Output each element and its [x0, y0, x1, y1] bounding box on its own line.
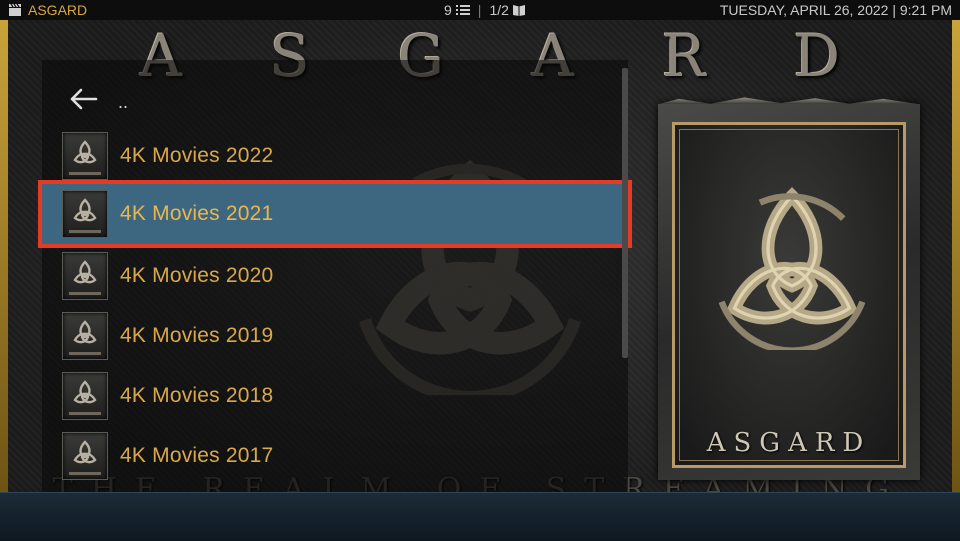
- folder-thumbnail: [62, 132, 108, 180]
- list-item-label: 4K Movies 2019: [120, 324, 274, 347]
- thumbnail-caption-strip: [69, 352, 101, 355]
- app-title: ASGARD: [28, 2, 88, 18]
- triquetra-icon: [73, 320, 97, 344]
- folder-thumbnail: [62, 372, 108, 420]
- triquetra-icon: [73, 440, 97, 464]
- back-arrow-icon: [70, 88, 98, 110]
- back-item[interactable]: ..: [42, 70, 628, 128]
- triquetra-icon: [73, 140, 97, 164]
- bottom-bar: [0, 492, 960, 541]
- list-item-label: 4K Movies 2020: [120, 264, 274, 287]
- thumbnail-caption-strip: [69, 172, 101, 175]
- triquetra-icon: [73, 380, 97, 404]
- folder-thumbnail: [62, 190, 108, 238]
- date-time: TUESDAY, APRIL 26, 2022 | 9:21 PM: [719, 2, 952, 18]
- folder-thumbnail: [62, 312, 108, 360]
- thumbnail-caption-strip: [69, 230, 101, 233]
- list-item-label: 4K Movies 2021: [120, 202, 274, 225]
- list-icon: [455, 5, 470, 15]
- triquetra-icon: [73, 260, 97, 284]
- thumbnail-caption-strip: [69, 292, 101, 295]
- triquetra-emblem-poster: [718, 187, 866, 350]
- folder-thumbnail: [62, 432, 108, 480]
- thumbnail-caption-strip: [69, 472, 101, 475]
- thumbnail-caption-strip: [69, 412, 101, 415]
- file-list: .. 4K Movies 2022 4K Movies 2021 4K Movi…: [42, 60, 628, 492]
- left-border-strip: [0, 20, 8, 492]
- page-indicator: 1/2: [489, 2, 509, 18]
- list-item[interactable]: 4K Movies 2019: [42, 306, 628, 366]
- right-border-strip: [952, 20, 960, 492]
- poster-title: ASGARD: [706, 428, 872, 458]
- folder-thumbnail: [62, 252, 108, 300]
- list-item-label: 4K Movies 2022: [120, 144, 274, 167]
- title-letter: D: [793, 22, 840, 90]
- list-item[interactable]: 4K Movies 2017: [42, 426, 628, 486]
- item-count: 9: [444, 2, 452, 18]
- top-status-bar: ASGARD 9 | 1/2 TUESDAY, APRIL 26, 2022 |…: [0, 0, 960, 20]
- list-item[interactable]: 4K Movies 2020: [42, 246, 628, 306]
- list-item-label: 4K Movies 2017: [120, 444, 274, 467]
- list-item[interactable]: 4K Movies 2018: [42, 366, 628, 426]
- list-item[interactable]: 4K Movies 2022: [42, 126, 628, 186]
- list-item-selected[interactable]: 4K Movies 2021: [42, 184, 628, 244]
- separator: |: [477, 2, 482, 18]
- book-icon: [512, 5, 525, 16]
- list-scrollbar[interactable]: [622, 68, 628, 358]
- title-letter: R: [661, 22, 706, 90]
- triquetra-icon: [73, 198, 97, 222]
- parent-folder-label: ..: [118, 91, 129, 112]
- clapperboard-icon: [9, 3, 21, 16]
- list-item-label: 4K Movies 2018: [120, 384, 274, 407]
- item-count-indicator: 9 | 1/2: [444, 2, 526, 18]
